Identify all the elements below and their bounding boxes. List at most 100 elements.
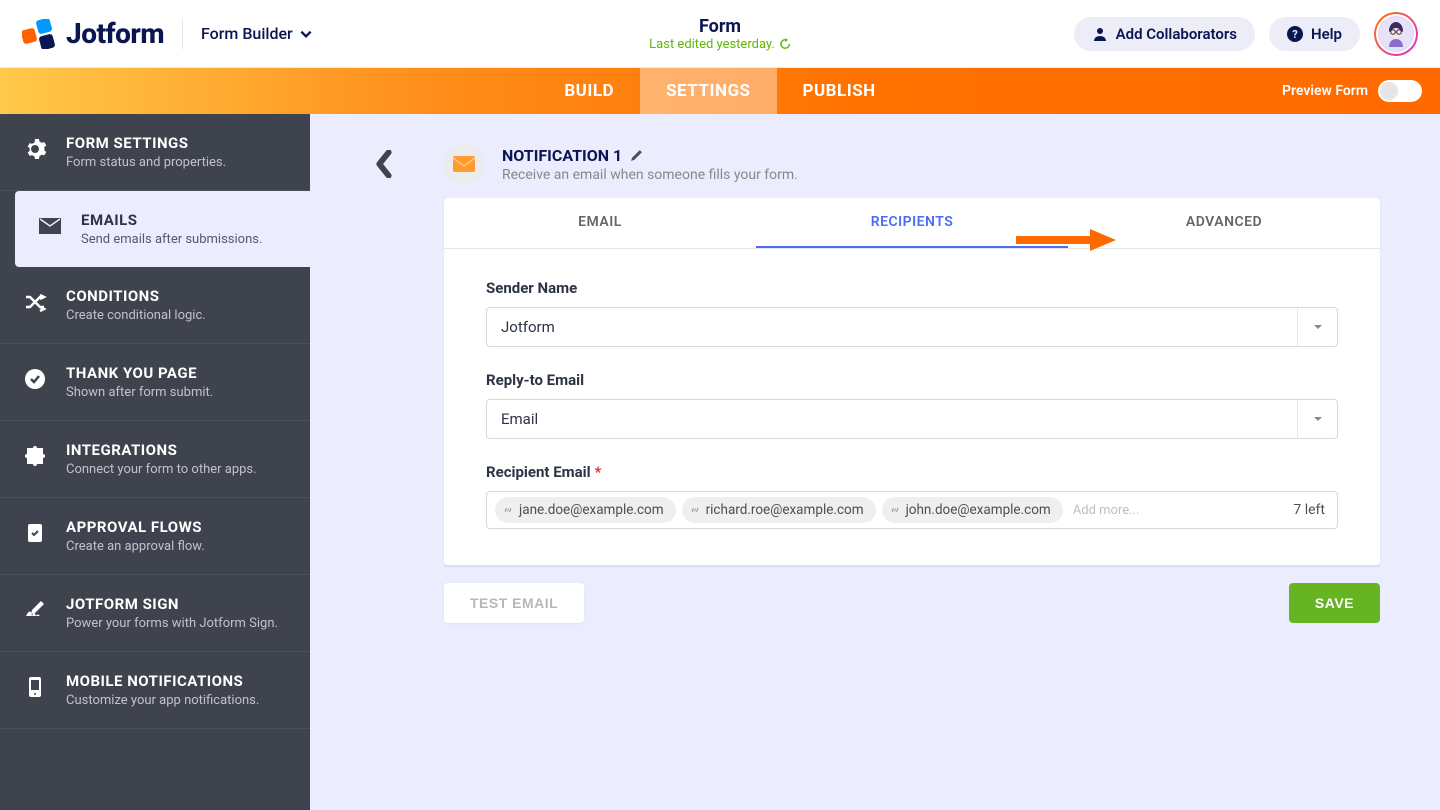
add-collab-label: Add Collaborators [1116, 25, 1237, 43]
link-icon [690, 505, 700, 515]
sidebar-item-sub: Connect your form to other apps. [66, 462, 257, 477]
logo[interactable]: Jotform [22, 17, 164, 50]
puzzle-icon [22, 443, 48, 469]
link-icon [890, 505, 900, 515]
sender-name-select[interactable]: Jotform [486, 307, 1338, 347]
required-asterisk: * [595, 463, 602, 481]
user-icon [1092, 26, 1108, 42]
sidebar-item-approval-flows[interactable]: APPROVAL FLOWS Create an approval flow. [0, 498, 310, 575]
sidebar-item-sub: Create an approval flow. [66, 539, 205, 554]
sidebar-item-label: MOBILE NOTIFICATIONS [66, 672, 259, 690]
panel-tab-recipients[interactable]: RECIPIENTS [756, 198, 1068, 248]
envelope-icon [453, 156, 475, 172]
divider [182, 19, 183, 49]
sidebar-item-sub: Customize your app notifications. [66, 693, 259, 708]
preview-toggle[interactable] [1378, 80, 1422, 102]
svg-text:?: ? [1292, 28, 1298, 41]
topbar: Jotform Form Builder Form Last edited ye… [0, 0, 1440, 68]
sidebar-item-thank-you[interactable]: THANK YOU PAGE Shown after form submit. [0, 344, 310, 421]
recipients-left-count: 7 left [1293, 502, 1329, 518]
link-icon [503, 505, 513, 515]
dropdown-caret[interactable] [1297, 400, 1337, 438]
sidebar-item-sub: Send emails after submissions. [81, 232, 262, 247]
navbar: BUILD SETTINGS PUBLISH Preview Form [0, 68, 1440, 114]
add-more-placeholder[interactable]: Add more... [1069, 499, 1288, 522]
sidebar-item-label: CONDITIONS [66, 287, 206, 305]
question-icon: ? [1287, 26, 1303, 42]
save-button[interactable]: SAVE [1289, 583, 1380, 623]
tab-settings[interactable]: SETTINGS [640, 68, 776, 114]
notification-desc: Receive an email when someone fills your… [502, 167, 798, 183]
preview-form-label: Preview Form [1282, 83, 1368, 99]
chip-text: john.doe@example.com [906, 502, 1051, 518]
sidebar-item-emails[interactable]: EMAILS Send emails after submissions. [15, 191, 310, 267]
signature-icon [22, 597, 48, 623]
reply-to-label: Reply-to Email [486, 371, 1338, 389]
revert-icon[interactable] [779, 38, 791, 50]
gear-icon [22, 136, 48, 162]
notification-icon [444, 144, 484, 184]
last-edited-text: Last edited yesterday. [649, 37, 775, 52]
sender-name-label: Sender Name [486, 279, 1338, 297]
form-title[interactable]: Form [649, 16, 791, 37]
reply-to-select[interactable]: Email [486, 399, 1338, 439]
help-button[interactable]: ? Help [1269, 17, 1360, 51]
preview-form: Preview Form [1282, 68, 1422, 114]
caret-down-icon [1313, 414, 1323, 424]
settings-panel: EMAIL RECIPIENTS ADVANCED Sender Name Jo… [444, 198, 1380, 565]
sidebar-item-label: APPROVAL FLOWS [66, 518, 205, 536]
recipient-email-label: Recipient Email * [486, 463, 1338, 481]
sidebar-item-label: JOTFORM SIGN [66, 595, 278, 613]
clipboard-check-icon [22, 520, 48, 546]
notification-title-text: NOTIFICATION 1 [502, 146, 622, 165]
back-button[interactable] [370, 150, 398, 178]
recipient-chip[interactable]: richard.roe@example.com [682, 497, 876, 523]
recipient-email-input[interactable]: jane.doe@example.com richard.roe@example… [486, 491, 1338, 529]
sidebar: FORM SETTINGS Form status and properties.… [0, 114, 310, 810]
caret-down-icon [1313, 322, 1323, 332]
last-edited: Last edited yesterday. [649, 37, 791, 52]
sender-name-value: Jotform [487, 308, 1297, 346]
pencil-icon[interactable] [630, 149, 643, 162]
test-email-button[interactable]: TEST EMAIL [444, 583, 584, 623]
email-icon [37, 213, 63, 239]
check-circle-icon [22, 366, 48, 392]
recipient-chip[interactable]: john.doe@example.com [882, 497, 1063, 523]
panel-tab-email[interactable]: EMAIL [444, 198, 756, 248]
avatar-icon [1379, 17, 1413, 51]
sidebar-item-label: THANK YOU PAGE [66, 364, 213, 382]
chip-text: richard.roe@example.com [706, 502, 864, 518]
shuffle-icon [22, 289, 48, 315]
sidebar-item-mobile-notifications[interactable]: MOBILE NOTIFICATIONS Customize your app n… [0, 652, 310, 729]
add-collaborators-button[interactable]: Add Collaborators [1074, 17, 1255, 51]
sidebar-item-sub: Form status and properties. [66, 155, 226, 170]
content: NOTIFICATION 1 Receive an email when som… [310, 114, 1440, 810]
reply-to-value: Email [487, 400, 1297, 438]
sidebar-item-label: FORM SETTINGS [66, 134, 226, 152]
sidebar-item-label: INTEGRATIONS [66, 441, 257, 459]
sidebar-item-label: EMAILS [81, 211, 262, 229]
logo-text: Jotform [66, 17, 164, 50]
chip-text: jane.doe@example.com [519, 502, 664, 518]
panel-tab-advanced[interactable]: ADVANCED [1068, 198, 1380, 248]
tab-publish[interactable]: PUBLISH [777, 68, 902, 114]
tab-build[interactable]: BUILD [538, 68, 640, 114]
sidebar-item-jotform-sign[interactable]: JOTFORM SIGN Power your forms with Jotfor… [0, 575, 310, 652]
form-builder-selector[interactable]: Form Builder [201, 24, 313, 43]
sidebar-item-sub: Create conditional logic. [66, 308, 206, 323]
sidebar-item-integrations[interactable]: INTEGRATIONS Connect your form to other a… [0, 421, 310, 498]
logo-icon [22, 19, 58, 49]
sidebar-item-sub: Shown after form submit. [66, 385, 213, 400]
recipient-label-text: Recipient Email [486, 463, 591, 481]
sidebar-item-sub: Power your forms with Jotform Sign. [66, 616, 278, 631]
chevron-left-icon [373, 150, 395, 178]
dropdown-caret[interactable] [1297, 308, 1337, 346]
mobile-icon [22, 674, 48, 700]
sidebar-item-conditions[interactable]: CONDITIONS Create conditional logic. [0, 267, 310, 344]
recipient-chip[interactable]: jane.doe@example.com [495, 497, 676, 523]
help-label: Help [1311, 25, 1342, 43]
form-title-block: Form Last edited yesterday. [649, 16, 791, 52]
selector-label: Form Builder [201, 24, 293, 43]
avatar[interactable] [1374, 12, 1418, 56]
sidebar-item-form-settings[interactable]: FORM SETTINGS Form status and properties. [0, 114, 310, 191]
